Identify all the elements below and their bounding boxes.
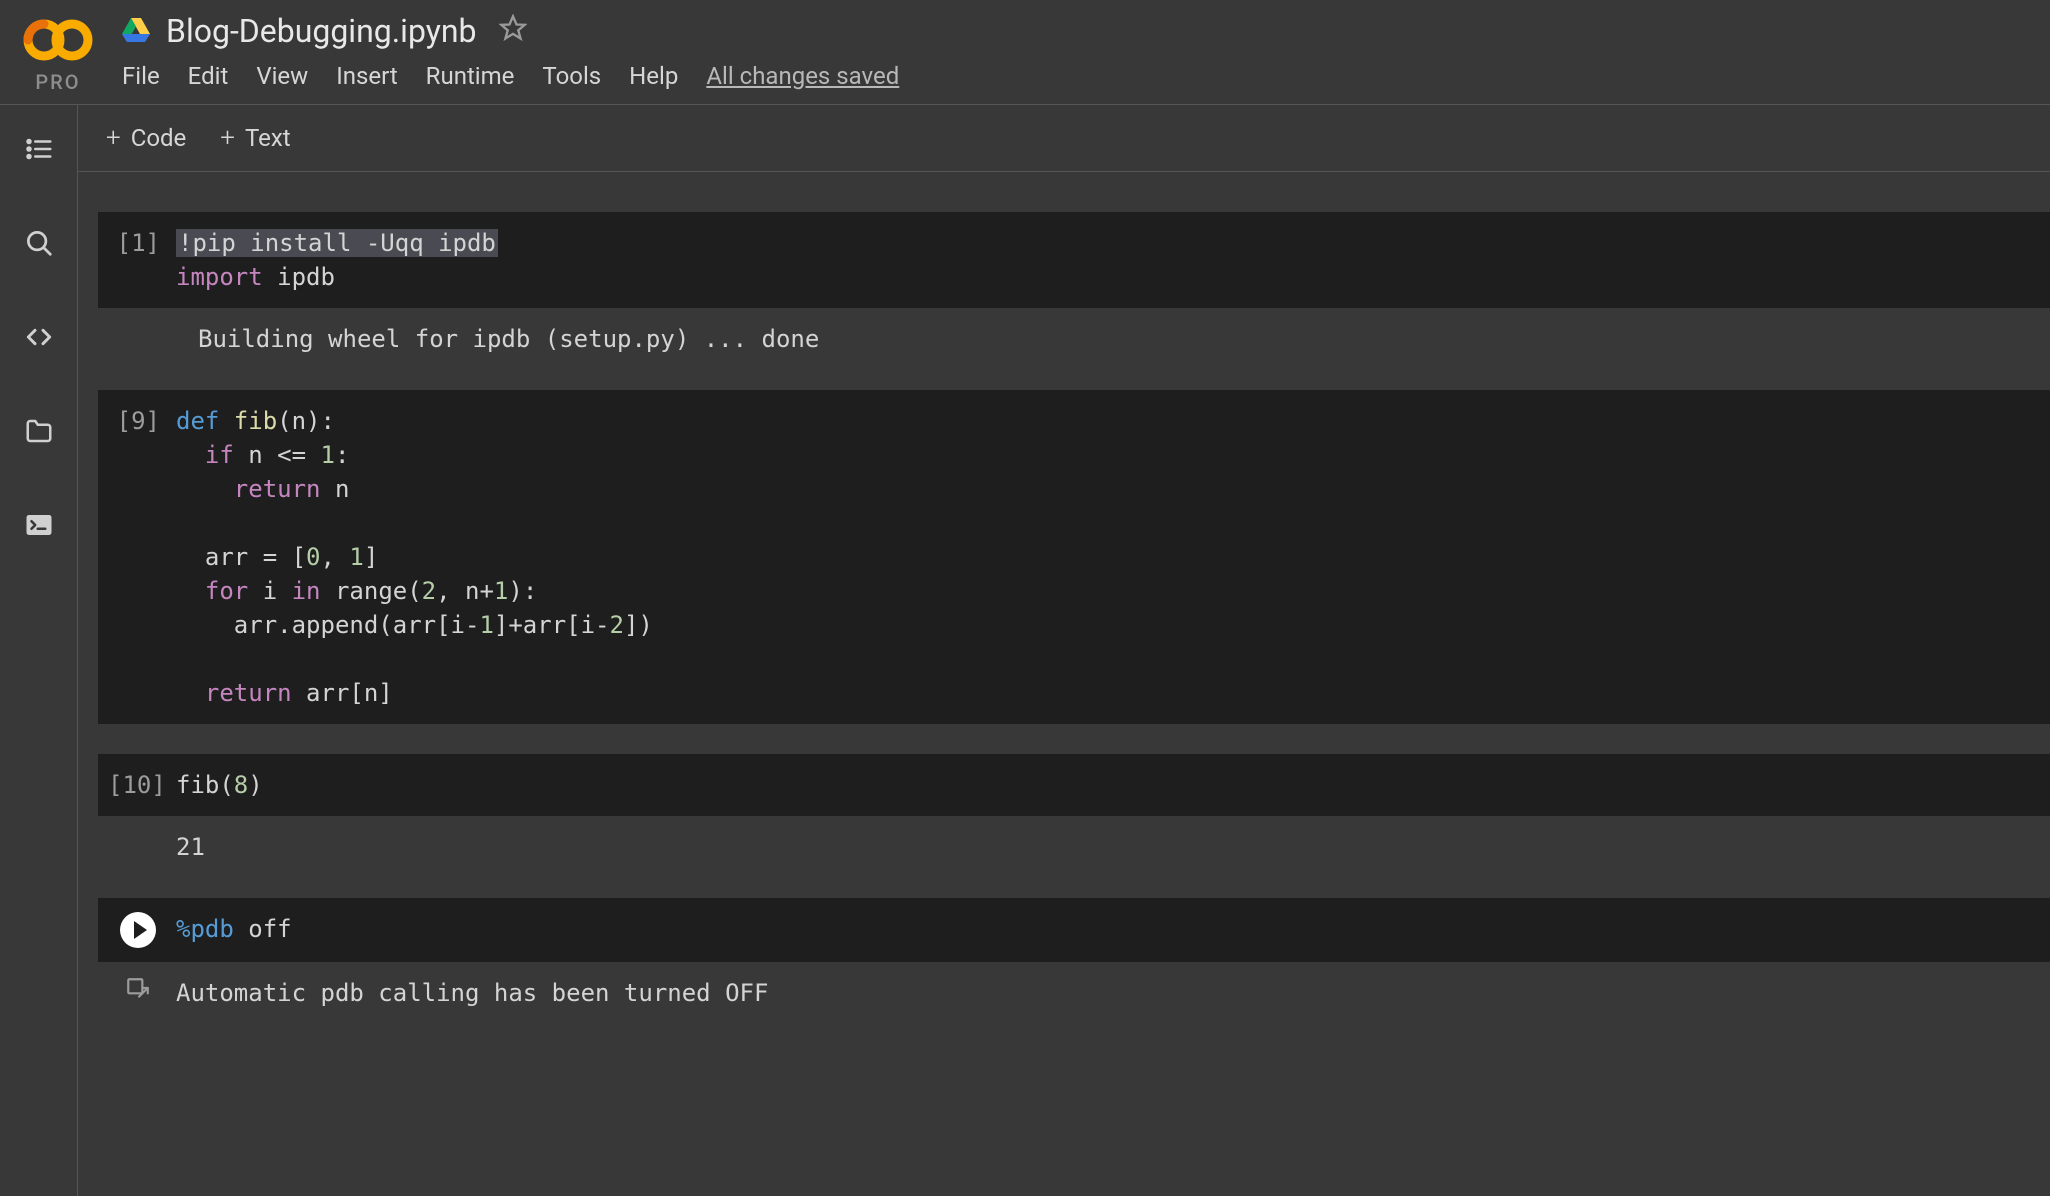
search-icon[interactable]: [23, 227, 55, 259]
code-text: for: [176, 577, 248, 605]
code-cell: [9] def fib(n): if n <= 1: return n arr …: [98, 390, 2050, 724]
execution-count: [1]: [108, 226, 168, 260]
code-text: fib(: [176, 771, 234, 799]
code-text: def: [176, 407, 234, 435]
code-text: , n+: [436, 577, 494, 605]
title-menu-block: Blog-Debugging.ipynb File Edit View Inse…: [122, 12, 899, 90]
snippets-icon[interactable]: [23, 321, 55, 353]
output-text: Building wheel for ipdb (setup.py) ... d…: [168, 322, 819, 356]
output-gutter: [108, 322, 168, 356]
code-text: range(: [321, 577, 422, 605]
cell-output: 21: [98, 816, 2050, 868]
code-editor[interactable]: %pdb off: [168, 912, 292, 946]
code-text: return: [176, 679, 292, 707]
saved-status[interactable]: All changes saved: [706, 62, 899, 90]
add-text-button[interactable]: + Text: [220, 123, 290, 153]
code-text: i: [248, 577, 291, 605]
code-text: in: [292, 577, 321, 605]
code-cell: [1] !pip install -Uqq ipdb import ipdb B…: [98, 212, 2050, 360]
code-text: 1: [494, 577, 508, 605]
code-text: 0: [306, 543, 320, 571]
code-text: return: [176, 475, 321, 503]
menu-view[interactable]: View: [256, 62, 308, 90]
code-input-row[interactable]: [10] fib(8): [98, 754, 2050, 816]
code-text: arr[n]: [292, 679, 393, 707]
cell-output: Building wheel for ipdb (setup.py) ... d…: [98, 308, 2050, 360]
menu-tools[interactable]: Tools: [542, 62, 601, 90]
toc-icon[interactable]: [23, 133, 55, 165]
code-text: n <=: [234, 441, 321, 469]
code-text: ]): [624, 611, 653, 639]
output-gutter: [108, 830, 168, 864]
drive-icon: [122, 17, 150, 45]
code-text: 2: [609, 611, 623, 639]
menu-help[interactable]: Help: [629, 62, 678, 90]
execution-count: [9]: [108, 404, 168, 438]
code-text: ]+arr[i-: [494, 611, 610, 639]
code-text: !pip install -Uqq ipdb: [176, 229, 498, 257]
colab-logo-icon: [22, 18, 94, 66]
menu-edit[interactable]: Edit: [188, 62, 229, 90]
code-text: arr.append(arr[i-: [176, 611, 479, 639]
code-cell: [10] fib(8) 21: [98, 754, 2050, 868]
execution-count: [10]: [108, 768, 168, 802]
menu-file[interactable]: File: [122, 62, 160, 90]
code-text: n: [321, 475, 350, 503]
plus-icon: +: [106, 123, 121, 153]
logo-block: PRO: [22, 18, 94, 94]
pro-label: PRO: [35, 70, 80, 94]
code-text: 1: [479, 611, 493, 639]
code-text: 1: [321, 441, 335, 469]
code-text: ,: [321, 543, 350, 571]
code-text: ipdb: [263, 263, 335, 291]
add-code-label: Code: [131, 124, 187, 152]
code-input-row[interactable]: [1] !pip install -Uqq ipdb import ipdb: [98, 212, 2050, 308]
code-text: 1: [349, 543, 363, 571]
code-editor[interactable]: fib(8): [168, 768, 263, 802]
code-text: ]: [364, 543, 378, 571]
code-text: if: [176, 441, 234, 469]
code-input-row[interactable]: [9] def fib(n): if n <= 1: return n arr …: [98, 390, 2050, 724]
cell-output: Automatic pdb calling has been turned OF…: [98, 962, 2050, 1014]
code-editor[interactable]: !pip install -Uqq ipdb import ipdb: [168, 226, 498, 294]
play-icon: [134, 921, 147, 939]
code-text: ):: [508, 577, 537, 605]
add-text-label: Text: [245, 124, 291, 152]
output-icon[interactable]: [108, 976, 168, 1010]
content-row: + Code + Text [1] !pip install -Uqq ipdb i…: [0, 104, 2050, 1196]
code-text: import: [176, 263, 263, 291]
code-text: :: [335, 441, 349, 469]
menu-bar: File Edit View Insert Runtime Tools Help…: [122, 62, 899, 90]
title-row: Blog-Debugging.ipynb: [122, 12, 899, 50]
files-icon[interactable]: [23, 415, 55, 447]
code-text: arr = [: [176, 543, 306, 571]
code-editor[interactable]: def fib(n): if n <= 1: return n arr = [0…: [168, 404, 653, 710]
output-text: 21: [168, 830, 205, 864]
menu-insert[interactable]: Insert: [336, 62, 397, 90]
code-text: (n):: [277, 407, 335, 435]
code-input-row[interactable]: %pdb off: [98, 898, 2050, 962]
terminal-icon[interactable]: [23, 509, 55, 541]
add-code-button[interactable]: + Code: [106, 123, 186, 153]
cells-container: [1] !pip install -Uqq ipdb import ipdb B…: [78, 172, 2050, 1014]
plus-icon: +: [220, 123, 235, 153]
notebook-filename[interactable]: Blog-Debugging.ipynb: [166, 12, 477, 50]
star-icon[interactable]: [499, 14, 527, 49]
menu-runtime[interactable]: Runtime: [426, 62, 515, 90]
code-text: 2: [422, 577, 436, 605]
cell-toolbar: + Code + Text: [78, 105, 2050, 172]
code-text: %pdb: [176, 915, 234, 943]
main-area: + Code + Text [1] !pip install -Uqq ipdb i…: [78, 105, 2050, 1196]
left-rail: [0, 105, 78, 1196]
code-text: 8: [234, 771, 248, 799]
top-header: PRO Blog-Debugging.ipynb: [0, 0, 2050, 98]
code-text: ): [248, 771, 262, 799]
run-cell-button[interactable]: [120, 912, 156, 948]
code-text: fib: [234, 407, 277, 435]
code-text: off: [234, 915, 292, 943]
code-cell: %pdb off Automatic pdb calling has been …: [98, 898, 2050, 1014]
output-text: Automatic pdb calling has been turned OF…: [168, 976, 768, 1010]
run-button-wrap: [108, 912, 168, 948]
app-root: PRO Blog-Debugging.ipynb: [0, 0, 2050, 1196]
